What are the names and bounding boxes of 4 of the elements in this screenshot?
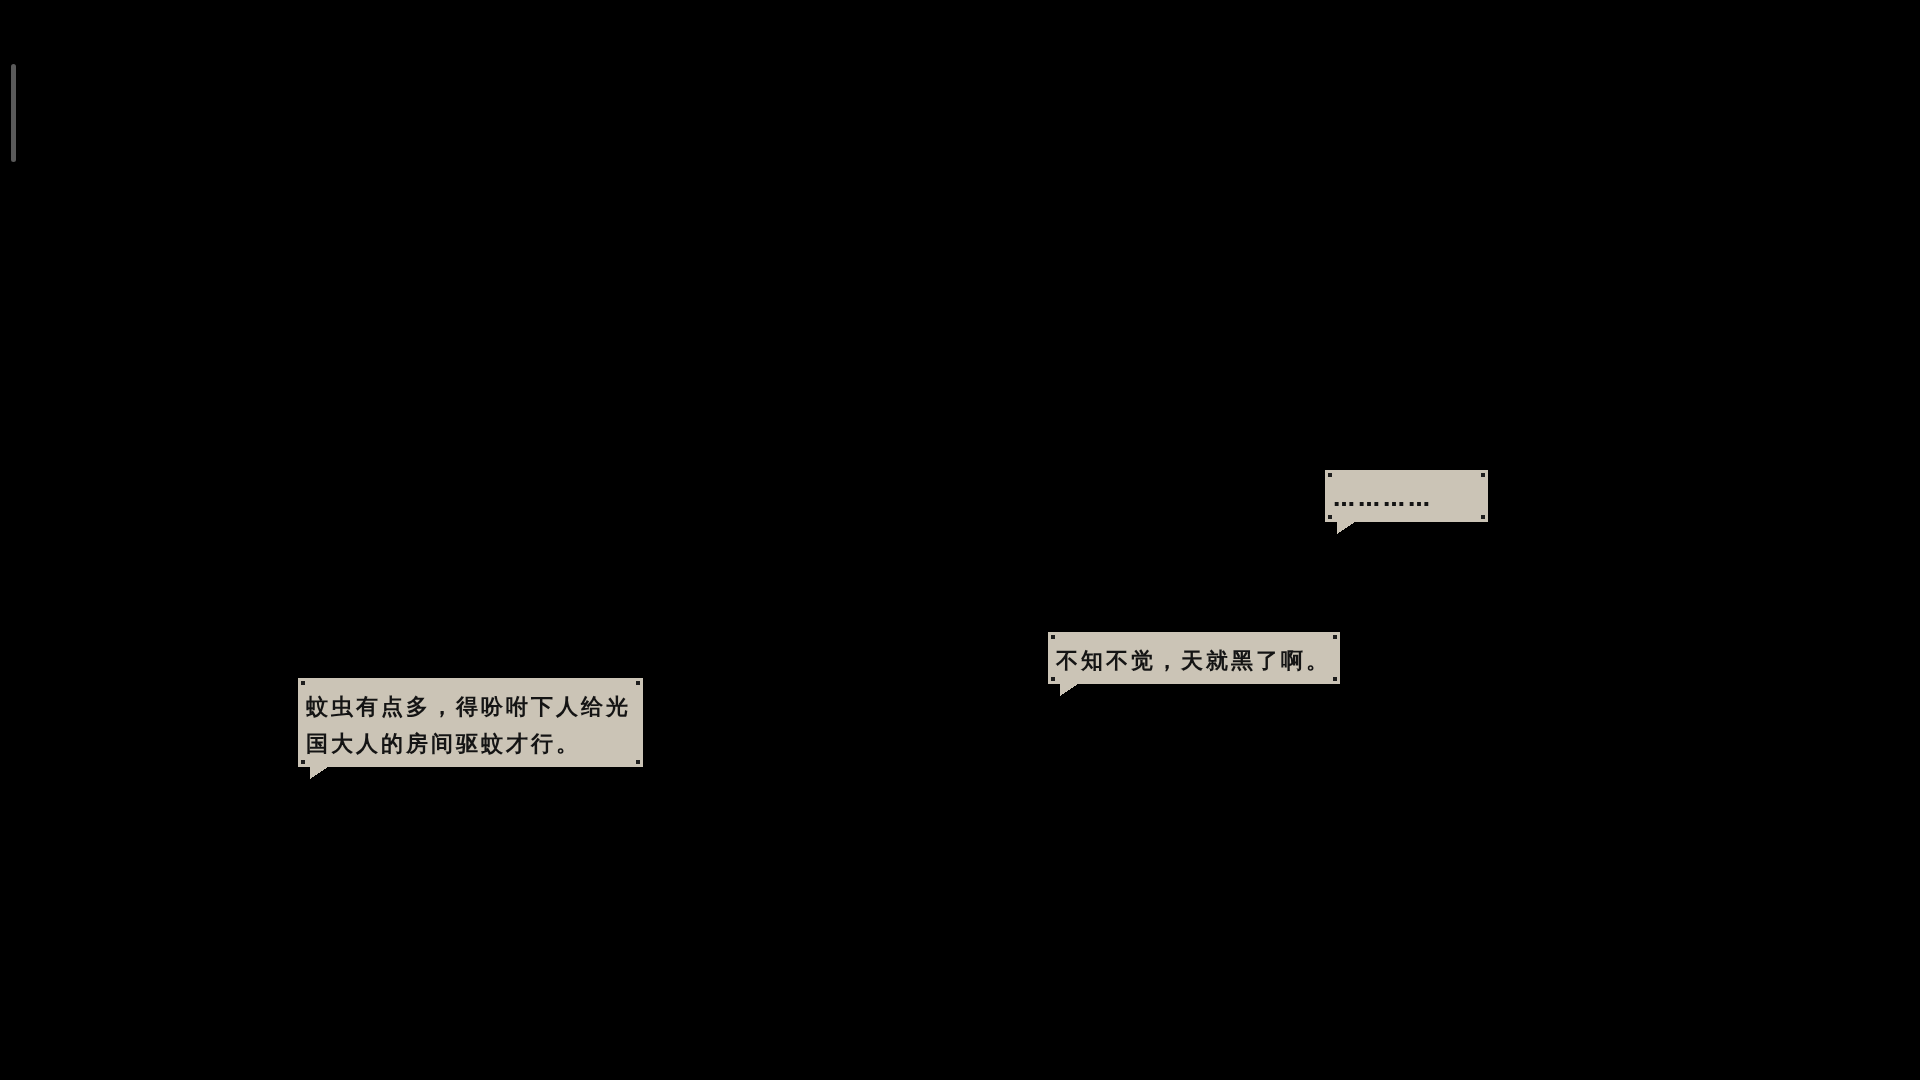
dialogue-text: 蚊虫有点多，得吩咐下人给光国大人的房间驱蚊才行。 — [306, 693, 632, 758]
dialogue-text: 不知不觉，天就黑了啊。 — [1056, 647, 1332, 675]
scrollbar-thumb[interactable] — [11, 64, 16, 162]
dialogue-text: ………… — [1333, 485, 1434, 513]
